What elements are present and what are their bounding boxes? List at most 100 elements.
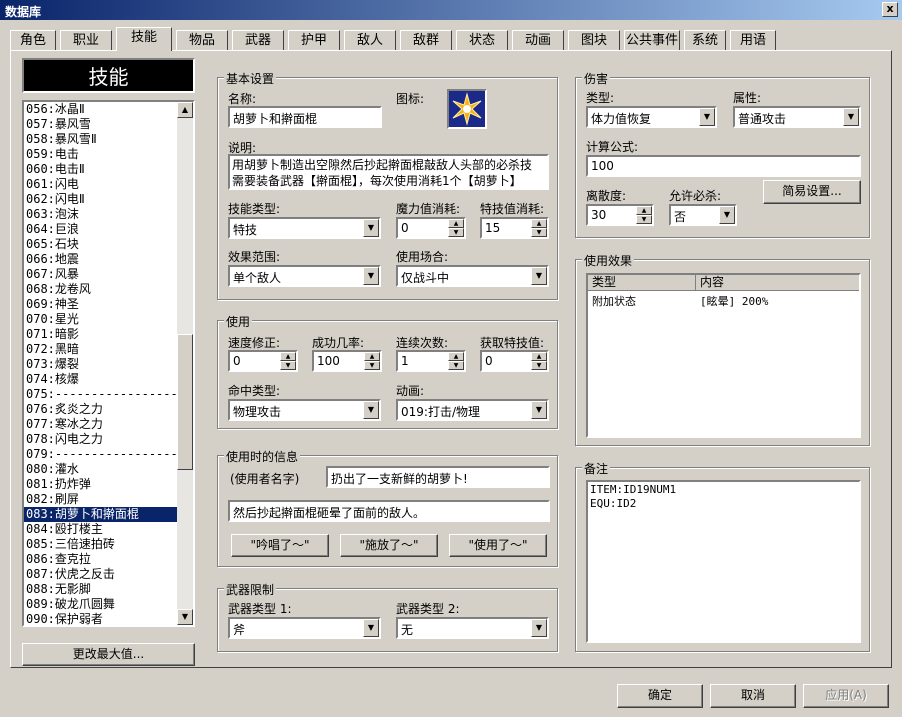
success-stepper[interactable]: 100 ▲ ▼ [312,350,382,372]
list-item[interactable]: 084:殴打楼主 [24,522,193,537]
hit-type-select[interactable]: 物理攻击 ▼ [228,399,381,421]
tab-items[interactable]: 物品 [176,30,228,50]
list-item[interactable]: 058:暴风雪Ⅱ [24,132,193,147]
list-item[interactable]: 059:电击 [24,147,193,162]
spin-up-icon[interactable]: ▲ [531,219,547,228]
list-item[interactable]: 081:扔炸弹 [24,477,193,492]
spin-down-icon[interactable]: ▼ [448,228,464,237]
spin-down-icon[interactable]: ▼ [636,215,652,224]
list-item[interactable]: 087:伏虎之反击 [24,567,193,582]
animation-select[interactable]: 019:打击/物理 ▼ [396,399,549,421]
skill-list-scrollbar[interactable]: ▲ ▼ [177,102,193,625]
list-item[interactable]: 062:闪电Ⅱ [24,192,193,207]
tab-states[interactable]: 状态 [456,30,508,50]
chant-template-button[interactable]: "吟唱了～" [231,534,329,557]
tab-weapons[interactable]: 武器 [232,30,284,50]
simple-setup-button[interactable]: 简易设置... [763,180,861,204]
spin-down-icon[interactable]: ▼ [448,361,464,370]
list-item[interactable]: 086:查克拉 [24,552,193,567]
tab-troops[interactable]: 敌群 [400,30,452,50]
list-item[interactable]: 073:爆裂 [24,357,193,372]
tp-gain-stepper[interactable]: 0 ▲ ▼ [480,350,549,372]
tab-animations[interactable]: 动画 [512,30,564,50]
effects-col-type[interactable]: 类型 [588,275,696,291]
tab-system[interactable]: 系统 [684,30,726,50]
use-template-button[interactable]: "使用了～" [449,534,547,557]
element-select[interactable]: 普通攻击 ▼ [733,106,861,128]
tab-enemies[interactable]: 敌人 [344,30,396,50]
chevron-down-icon[interactable]: ▼ [363,267,379,285]
description-textarea[interactable]: 用胡萝卜制造出空隙然后抄起擀面棍敲敌人头部的必杀技 需要装备武器【擀面棍】，每次… [228,154,549,190]
spin-down-icon[interactable]: ▼ [280,361,296,370]
speed-stepper[interactable]: 0 ▲ ▼ [228,350,298,372]
cancel-button[interactable]: 取消 [710,684,796,708]
list-item[interactable]: 063:泡沫 [24,207,193,222]
list-item[interactable]: 061:闪电 [24,177,193,192]
spin-up-icon[interactable]: ▲ [364,352,380,361]
chevron-down-icon[interactable]: ▼ [699,108,715,126]
list-item[interactable]: 076:炙炎之力 [24,402,193,417]
message-line1-input[interactable]: 扔出了一支新鲜的胡萝卜! [326,466,550,488]
chevron-down-icon[interactable]: ▼ [531,267,547,285]
spin-up-icon[interactable]: ▲ [531,352,547,361]
scope-select[interactable]: 单个敌人 ▼ [228,265,381,287]
spin-up-icon[interactable]: ▲ [448,352,464,361]
list-item[interactable]: 069:神圣 [24,297,193,312]
chevron-down-icon[interactable]: ▼ [531,619,547,637]
scroll-up-arrow-icon[interactable]: ▲ [177,102,193,118]
effects-col-content[interactable]: 内容 [696,275,859,291]
spin-up-icon[interactable]: ▲ [448,219,464,228]
damage-type-select[interactable]: 体力值恢复 ▼ [586,106,717,128]
tab-tilesets[interactable]: 图块 [568,30,620,50]
list-item[interactable]: 070:星光 [24,312,193,327]
chevron-down-icon[interactable]: ▼ [531,401,547,419]
list-item[interactable]: 078:闪电之力 [24,432,193,447]
weapon-type2-select[interactable]: 无 ▼ [396,617,549,639]
occasion-select[interactable]: 仅战斗中 ▼ [396,265,549,287]
mp-cost-stepper[interactable]: 0 ▲ ▼ [396,217,466,239]
list-item[interactable]: 082:刷屏 [24,492,193,507]
tab-common-events[interactable]: 公共事件 [624,30,680,50]
chevron-down-icon[interactable]: ▼ [363,219,379,237]
skill-type-select[interactable]: 特技 ▼ [228,217,381,239]
list-item[interactable]: 079:------------------- [24,447,193,462]
list-item[interactable]: 068:龙卷风 [24,282,193,297]
tab-actors[interactable]: 角色 [10,30,56,50]
message-line2-input[interactable]: 然后抄起擀面棍砸晕了面前的敌人。 [228,500,550,522]
list-item[interactable]: 088:无影脚 [24,582,193,597]
list-item[interactable]: 090:保护弱者 [24,612,193,625]
list-item[interactable]: 056:冰晶Ⅱ [24,102,193,117]
chevron-down-icon[interactable]: ▼ [843,108,859,126]
tab-terms[interactable]: 用语 [730,30,776,50]
chevron-down-icon[interactable]: ▼ [363,401,379,419]
skill-list[interactable]: 056:冰晶Ⅱ 057:暴风雪 058:暴风雪Ⅱ 059:电击 060:电击Ⅱ 061:闪… [22,100,195,627]
spin-up-icon[interactable]: ▲ [636,206,652,215]
skill-icon[interactable] [447,89,487,129]
list-item[interactable]: 067:风暴 [24,267,193,282]
chevron-down-icon[interactable]: ▼ [363,619,379,637]
spin-down-icon[interactable]: ▼ [364,361,380,370]
cast-template-button[interactable]: "施放了～" [340,534,438,557]
list-item[interactable]: 089:破龙爪圆舞 [24,597,193,612]
list-item[interactable]: 077:寒冰之力 [24,417,193,432]
list-item[interactable]: 080:灌水 [24,462,193,477]
note-textarea[interactable]: ITEM:ID19NUM1 EQU:ID2 [586,480,861,643]
spin-down-icon[interactable]: ▼ [531,361,547,370]
effects-table[interactable]: 类型 内容 附加状态 [眩晕] 200% [586,273,861,438]
spin-up-icon[interactable]: ▲ [280,352,296,361]
spin-down-icon[interactable]: ▼ [531,228,547,237]
list-item[interactable]: 075:------------------- [24,387,193,402]
list-item[interactable]: 071:暗影 [24,327,193,342]
weapon-type1-select[interactable]: 斧 ▼ [228,617,381,639]
critical-select[interactable]: 否 ▼ [669,204,737,226]
formula-input[interactable]: 100 [586,155,861,177]
name-input[interactable]: 胡萝卜和擀面棍 [228,106,382,128]
scroll-down-arrow-icon[interactable]: ▼ [177,609,193,625]
list-item[interactable]: 074:核爆 [24,372,193,387]
apply-button[interactable]: 应用(A) [803,684,889,708]
list-item[interactable]: 064:巨浪 [24,222,193,237]
change-max-button[interactable]: 更改最大值... [22,643,195,666]
list-item[interactable]: 072:黑暗 [24,342,193,357]
list-item[interactable]: 083:胡萝卜和擀面棍 [24,507,193,522]
tab-armors[interactable]: 护甲 [288,30,340,50]
